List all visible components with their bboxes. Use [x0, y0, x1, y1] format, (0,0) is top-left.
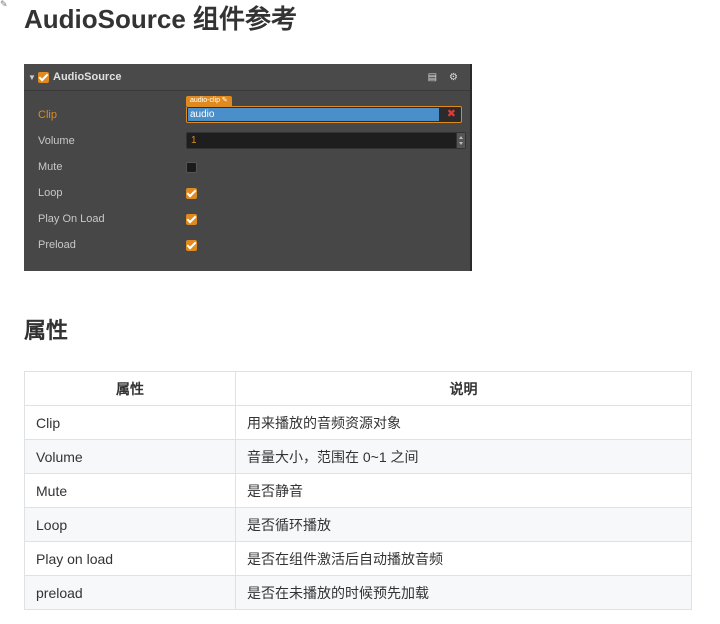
- preload-label: Preload: [38, 239, 76, 251]
- row-description: 是否在未播放的时候预先加载: [235, 575, 692, 610]
- table-row: Mute 是否静音: [24, 473, 692, 508]
- table-row: Clip 用来播放的音频资源对象: [24, 405, 692, 440]
- row-property: Loop: [24, 507, 236, 542]
- header-description: 说明: [235, 371, 692, 406]
- component-name: AudioSource: [53, 71, 122, 83]
- row-description: 用来播放的音频资源对象: [235, 405, 692, 440]
- volume-input[interactable]: 1: [186, 132, 466, 149]
- mute-checkbox[interactable]: [186, 162, 197, 173]
- volume-stepper[interactable]: [456, 133, 465, 148]
- asset-type-tag[interactable]: audio-clip ✎: [186, 96, 232, 106]
- mute-label: Mute: [38, 161, 63, 173]
- inspector-panel: ▼ AudioSource ▤ ⚙ Clip audio-clip ✎ audi…: [24, 64, 472, 271]
- row-description: 音量大小，范围在 0~1 之间: [235, 439, 692, 474]
- loop-label: Loop: [38, 187, 63, 199]
- loop-checkbox[interactable]: [186, 188, 197, 199]
- volume-value: 1: [191, 135, 197, 146]
- asset-type-label: audio-clip: [190, 97, 220, 104]
- play-on-load-checkbox[interactable]: [186, 214, 197, 225]
- table-row: Loop 是否循环播放: [24, 507, 692, 542]
- remove-asset-icon[interactable]: ✖: [447, 107, 456, 122]
- component-header[interactable]: ▼ AudioSource ▤ ⚙: [24, 64, 470, 91]
- book-icon[interactable]: ▤: [428, 72, 437, 83]
- row-property: preload: [24, 575, 236, 610]
- clip-label: Clip: [38, 109, 57, 121]
- collapse-arrow-icon[interactable]: ▼: [28, 73, 38, 82]
- row-description: 是否静音: [235, 473, 692, 508]
- row-property: Play on load: [24, 541, 236, 576]
- page-title: AudioSource 组件参考: [24, 4, 298, 34]
- corner-mark: ✎: [0, 0, 8, 9]
- row-description: 是否循环播放: [235, 507, 692, 542]
- preload-checkbox[interactable]: [186, 240, 197, 251]
- row-property: Volume: [24, 439, 236, 474]
- properties-table: 属性 说明 Clip 用来播放的音频资源对象 Volume 音量大小，范围在 0~1…: [24, 371, 692, 610]
- table-row: Volume 音量大小，范围在 0~1 之间: [24, 439, 692, 474]
- section-title: 属性: [24, 318, 69, 343]
- gear-icon[interactable]: ⚙: [449, 72, 458, 83]
- row-description: 是否在组件激活后自动播放音频: [235, 541, 692, 576]
- clip-asset-value: audio: [188, 108, 439, 121]
- clip-asset-field[interactable]: audio ✖: [186, 106, 462, 123]
- table-row: Play on load 是否在组件激活后自动播放音频: [24, 541, 692, 576]
- component-enabled-checkbox[interactable]: [38, 71, 49, 83]
- volume-label: Volume: [38, 135, 75, 147]
- header-property: 属性: [24, 371, 236, 406]
- edit-icon: ✎: [221, 97, 228, 104]
- table-header-row: 属性 说明: [24, 371, 692, 406]
- row-property: Clip: [24, 405, 236, 440]
- play-on-load-label: Play On Load: [38, 213, 105, 225]
- table-row: preload 是否在未播放的时候预先加载: [24, 575, 692, 610]
- row-property: Mute: [24, 473, 236, 508]
